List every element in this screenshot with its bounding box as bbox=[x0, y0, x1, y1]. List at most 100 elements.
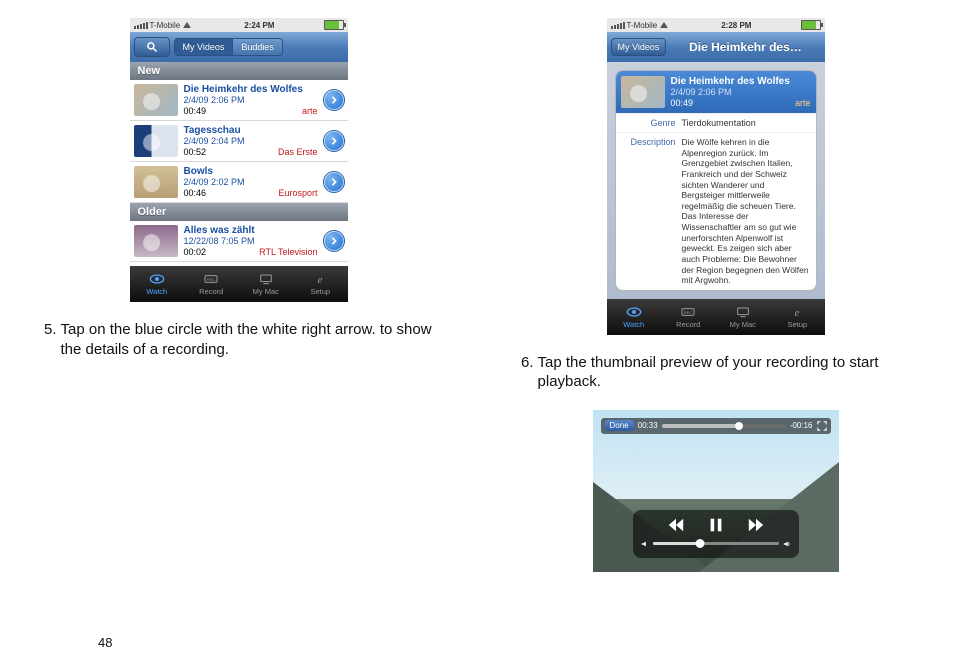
signal-icon bbox=[611, 22, 625, 29]
monitor-icon bbox=[735, 305, 751, 319]
status-bar: T-Mobile 2:28 PM bbox=[607, 18, 825, 32]
status-time: 2:24 PM bbox=[195, 21, 323, 30]
thumbnail bbox=[134, 166, 178, 198]
battery-icon bbox=[801, 20, 821, 30]
volume-slider[interactable] bbox=[641, 540, 791, 548]
tab-label: My Mac bbox=[730, 320, 756, 329]
tab-label: My Mac bbox=[253, 287, 279, 296]
thumbnail bbox=[134, 225, 178, 257]
recording-date: 2/4/09 2:04 PM bbox=[184, 136, 318, 146]
recording-duration: 00:49 bbox=[184, 106, 207, 116]
tab-mymac[interactable]: My Mac bbox=[239, 266, 294, 302]
skip-forward-icon[interactable] bbox=[747, 516, 765, 534]
section-older: Older bbox=[130, 203, 348, 221]
rec-icon: REC bbox=[203, 272, 219, 286]
svg-text:e: e bbox=[795, 308, 800, 319]
status-time: 2:28 PM bbox=[672, 21, 800, 30]
recording-channel: RTL Television bbox=[259, 247, 317, 257]
tab-label: Setup bbox=[310, 287, 330, 296]
battery-icon bbox=[324, 20, 344, 30]
recording-row[interactable]: Alles was zählt 12/22/08 7:05 PM 00:02 R… bbox=[130, 221, 348, 262]
svg-text:REC: REC bbox=[207, 277, 216, 282]
recording-duration: 00:02 bbox=[184, 247, 207, 257]
step-text: Tap on the blue circle with the white ri… bbox=[61, 320, 433, 359]
scrubber[interactable] bbox=[662, 424, 786, 428]
section-new: New bbox=[130, 62, 348, 80]
tab-buddies[interactable]: Buddies bbox=[232, 39, 282, 55]
rec-icon: REC bbox=[680, 305, 696, 319]
eye-icon bbox=[149, 272, 165, 286]
monitor-icon bbox=[258, 272, 274, 286]
recording-channel: Das Erste bbox=[278, 147, 318, 157]
tab-bar: Watch REC Record My Mac e Setup bbox=[607, 299, 825, 335]
nav-title: Die Heimkehr des… bbox=[670, 40, 820, 54]
phone-list-screenshot: T-Mobile 2:24 PM My Videos Buddies New bbox=[130, 18, 348, 302]
recording-title: Bowls bbox=[184, 166, 318, 177]
recording-date: 2/4/09 2:06 PM bbox=[184, 95, 318, 105]
description-row: Description Die Wölfe kehren in die Alpe… bbox=[616, 132, 816, 290]
svg-text:e: e bbox=[318, 275, 323, 286]
fullscreen-icon[interactable] bbox=[817, 421, 827, 431]
svg-text:REC: REC bbox=[684, 310, 693, 315]
carrier-label: T-Mobile bbox=[627, 21, 658, 30]
tab-label: Record bbox=[199, 287, 223, 296]
setup-icon: e bbox=[312, 272, 328, 286]
recording-date: 2/4/09 2:06 PM bbox=[671, 87, 811, 97]
recording-row[interactable]: Tagesschau 2/4/09 2:04 PM 00:52 Das Erst… bbox=[130, 121, 348, 162]
tab-record[interactable]: REC Record bbox=[184, 266, 239, 302]
tab-watch[interactable]: Watch bbox=[607, 299, 662, 335]
recording-channel: Eurosport bbox=[278, 188, 317, 198]
recording-duration: 00:52 bbox=[184, 147, 207, 157]
card-header[interactable]: Die Heimkehr des Wolfes 2/4/09 2:06 PM 0… bbox=[616, 71, 816, 113]
step-text: Tap the thumbnail preview of your record… bbox=[538, 353, 910, 392]
tab-label: Watch bbox=[146, 287, 167, 296]
recording-date: 12/22/08 7:05 PM bbox=[184, 236, 318, 246]
tab-setup[interactable]: e Setup bbox=[770, 299, 825, 335]
chevron-right-icon bbox=[330, 137, 338, 145]
tab-my-videos[interactable]: My Videos bbox=[175, 39, 233, 55]
tab-label: Watch bbox=[623, 320, 644, 329]
recording-duration: 00:46 bbox=[184, 188, 207, 198]
search-button[interactable] bbox=[134, 37, 170, 57]
phone-detail-screenshot: T-Mobile 2:28 PM My Videos Die Heimkehr … bbox=[607, 18, 825, 335]
pause-icon[interactable] bbox=[707, 516, 725, 534]
tab-mymac[interactable]: My Mac bbox=[716, 299, 771, 335]
instruction-5: 5. Tap on the blue circle with the white… bbox=[44, 320, 433, 359]
tab-bar: Watch REC Record My Mac e Setup bbox=[130, 266, 348, 302]
eye-icon bbox=[626, 305, 642, 319]
tab-label: Record bbox=[676, 320, 700, 329]
video-player-screenshot: T-Mobile 2:31 PM Done 00:33 -00:16 bbox=[593, 410, 839, 572]
thumbnail bbox=[134, 125, 178, 157]
tab-record[interactable]: REC Record bbox=[661, 299, 716, 335]
chevron-right-icon bbox=[330, 237, 338, 245]
segmented-control[interactable]: My Videos Buddies bbox=[174, 38, 283, 56]
back-button[interactable]: My Videos bbox=[611, 38, 667, 56]
wifi-icon bbox=[183, 22, 191, 28]
skip-back-icon[interactable] bbox=[667, 516, 685, 534]
signal-icon bbox=[134, 22, 148, 29]
search-icon bbox=[146, 41, 158, 53]
done-button[interactable]: Done bbox=[605, 420, 634, 431]
tab-setup[interactable]: e Setup bbox=[293, 266, 348, 302]
step-number: 6. bbox=[521, 353, 534, 392]
chevron-right-icon bbox=[330, 96, 338, 104]
tab-label: Setup bbox=[787, 320, 807, 329]
chevron-right-icon bbox=[330, 178, 338, 186]
description-label: Description bbox=[622, 137, 676, 286]
recording-title: Die Heimkehr des Wolfes bbox=[671, 76, 811, 87]
disclosure-button[interactable] bbox=[324, 90, 344, 110]
tab-watch[interactable]: Watch bbox=[130, 266, 185, 302]
recording-row[interactable]: Bowls 2/4/09 2:02 PM 00:46 Eurosport bbox=[130, 162, 348, 203]
recording-title: Tagesschau bbox=[184, 125, 318, 136]
recording-title: Die Heimkehr des Wolfes bbox=[184, 84, 318, 95]
thumbnail[interactable] bbox=[621, 76, 665, 108]
description-value: Die Wölfe kehren in die Alpenregion zurü… bbox=[682, 137, 810, 286]
volume-high-icon bbox=[783, 540, 791, 548]
detail-card: Die Heimkehr des Wolfes 2/4/09 2:06 PM 0… bbox=[615, 70, 817, 291]
instruction-6: 6. Tap the thumbnail preview of your rec… bbox=[521, 353, 910, 392]
disclosure-button[interactable] bbox=[324, 172, 344, 192]
disclosure-button[interactable] bbox=[324, 231, 344, 251]
disclosure-button[interactable] bbox=[324, 131, 344, 151]
nav-bar: My Videos Die Heimkehr des… bbox=[607, 32, 825, 62]
recording-row[interactable]: Die Heimkehr des Wolfes 2/4/09 2:06 PM 0… bbox=[130, 80, 348, 121]
